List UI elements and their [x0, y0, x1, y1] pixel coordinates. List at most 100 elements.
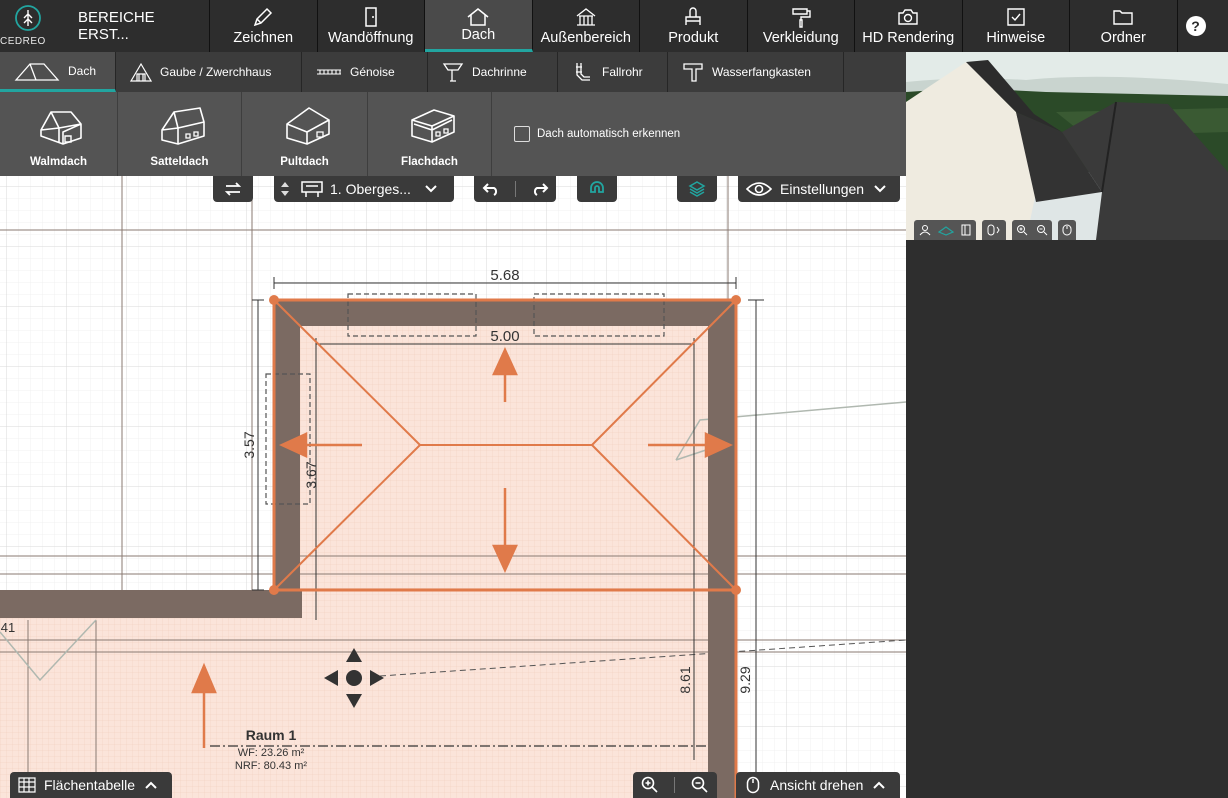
subtab-gaube[interactable]: Gaube / Zwerchhaus — [116, 52, 302, 92]
3d-scene — [906, 52, 1228, 240]
orbit-mouse-icon[interactable] — [986, 224, 1002, 236]
downpipe-icon — [576, 63, 590, 81]
zoom-in-icon[interactable] — [641, 776, 659, 794]
tab-label: Zeichnen — [233, 30, 294, 46]
floor-label: 1. Oberges... — [330, 181, 411, 197]
person-view-icon[interactable] — [918, 224, 932, 236]
notes-icon — [1007, 8, 1025, 26]
roof-outline-icon — [14, 62, 60, 81]
camera-icon — [898, 9, 918, 25]
magnet-button[interactable] — [577, 176, 617, 202]
tab-label: Verkleidung — [762, 30, 839, 46]
roof-type-pultdach[interactable]: Pultdach — [242, 92, 368, 176]
cedreo-logo[interactable]: CEDREO — [0, 0, 60, 52]
elevation-view-icon[interactable] — [960, 224, 972, 236]
help-button[interactable]: ? — [1178, 0, 1214, 52]
zoom-out-icon[interactable] — [1036, 224, 1048, 236]
area-table-toggle[interactable]: Flächentabelle — [10, 772, 172, 798]
3d-tools-group-a — [914, 220, 976, 240]
paint-roller-icon — [792, 8, 811, 28]
tab-ordner[interactable]: Ordner — [1070, 0, 1178, 52]
genoise-icon — [317, 69, 341, 75]
mouse-icon — [1062, 224, 1072, 236]
divider — [674, 777, 676, 793]
3d-mouse-mode[interactable] — [1058, 220, 1076, 240]
outdoor-icon — [576, 8, 596, 26]
pencil-icon — [254, 7, 273, 27]
tab-wandoeffnung[interactable]: Wandöffnung — [318, 0, 425, 52]
tab-hinweise[interactable]: Hinweise — [963, 0, 1070, 52]
tab-zeichnen[interactable]: Zeichnen — [210, 0, 318, 52]
dim-left-outer: 3.57 — [241, 431, 257, 458]
dim-right-inner: 8.61 — [677, 666, 693, 693]
tab-hd-rendering[interactable]: HD Rendering — [855, 0, 963, 52]
rotate-view-toggle[interactable]: Ansicht drehen — [736, 772, 900, 798]
tab-label: Hinweise — [986, 30, 1046, 46]
subtab-genoise[interactable]: Génoise — [302, 52, 428, 92]
floor-plan[interactable]: 5.68 5.00 3.57 3.67 8.61 9.29 41 Raum 1 … — [0, 176, 906, 798]
mouse-icon — [746, 776, 760, 794]
room-area — [0, 590, 736, 798]
floor-plan-icon — [301, 181, 323, 197]
chevron-up-icon — [145, 781, 157, 789]
auto-detect-label: Dach automatisch erkennen — [537, 128, 681, 140]
tab-dach[interactable]: Dach — [425, 0, 533, 52]
3d-preview[interactable] — [906, 52, 1228, 240]
subtab-wasserfangkasten[interactable]: Wasserfangkasten — [668, 52, 844, 92]
tab-label: Produkt — [668, 30, 719, 46]
help-icon: ? — [1185, 16, 1206, 36]
subtab-label: Dachrinne — [472, 65, 527, 79]
zoom-out-icon[interactable] — [691, 776, 709, 794]
chevron-up-icon — [873, 781, 886, 789]
auto-detect-roof[interactable]: Dach automatisch erkennen — [492, 92, 680, 176]
rotate-view-label: Ansicht drehen — [770, 777, 864, 793]
door-icon — [365, 7, 377, 27]
level-stepper-icon[interactable] — [280, 180, 290, 198]
undo-redo-group — [474, 176, 556, 202]
tab-label: Ordner — [1100, 30, 1146, 46]
auto-detect-checkbox[interactable] — [514, 126, 530, 142]
floor-selector[interactable]: 1. Oberges... — [274, 176, 454, 202]
hip-roof-icon — [39, 111, 82, 145]
subtab-dach[interactable]: Dach — [0, 52, 116, 92]
layers-button[interactable] — [677, 176, 717, 202]
swap-button[interactable] — [213, 176, 253, 202]
cedreo-logo-icon — [15, 5, 41, 31]
tab-verkleidung[interactable]: Verkleidung — [748, 0, 855, 52]
roof-type-label: Flachdach — [401, 156, 458, 168]
roof-icon — [467, 8, 489, 26]
swap-arrows-icon — [224, 182, 242, 196]
settings-dropdown[interactable]: Einstellungen — [738, 176, 900, 202]
tab-produkt[interactable]: Produkt — [640, 0, 748, 52]
roof-type-flachdach[interactable]: Flachdach — [368, 92, 492, 176]
layers-icon — [688, 181, 706, 197]
roof-type-walmdach[interactable]: Walmdach — [0, 92, 118, 176]
settings-label: Einstellungen — [780, 181, 865, 197]
folder-icon — [1113, 10, 1133, 25]
roof-type-satteldach[interactable]: Satteldach — [118, 92, 242, 176]
flat-roof-icon — [410, 109, 455, 143]
gable-roof-icon — [160, 107, 205, 145]
subtab-fallrohr[interactable]: Fallrohr — [558, 52, 668, 92]
roof-subtabs: Dach Gaube / Zwerchhaus Génoise Dachrinn… — [0, 52, 906, 92]
subtab-label: Dach — [68, 63, 97, 78]
project-title[interactable]: BEREICHE ERST... — [60, 0, 210, 52]
3d-tools-group-b — [982, 220, 1006, 240]
table-icon — [18, 777, 36, 793]
eye-icon — [746, 182, 772, 196]
undo-icon[interactable] — [482, 182, 500, 196]
plan-canvas[interactable]: 5.68 5.00 3.57 3.67 8.61 9.29 41 Raum 1 … — [0, 176, 906, 798]
dim-top-outer: 5.68 — [490, 267, 519, 284]
rainwater-head-icon — [683, 63, 703, 82]
zoom-in-icon[interactable] — [1016, 224, 1028, 236]
roof-type-panel: Walmdach Satteldach Pultdach Flachdach D… — [0, 92, 906, 176]
subtab-label: Wasserfangkasten — [712, 65, 811, 79]
chevron-down-icon — [425, 185, 437, 193]
dim-left-inner: 3.67 — [303, 461, 319, 488]
tab-aussenbereich[interactable]: Außenbereich — [533, 0, 640, 52]
redo-icon[interactable] — [531, 182, 549, 196]
product-icon — [685, 7, 701, 25]
subtab-dachrinne[interactable]: Dachrinne — [428, 52, 558, 92]
tab-label: Wandöffnung — [328, 30, 414, 46]
roof-view-icon[interactable] — [938, 224, 954, 236]
